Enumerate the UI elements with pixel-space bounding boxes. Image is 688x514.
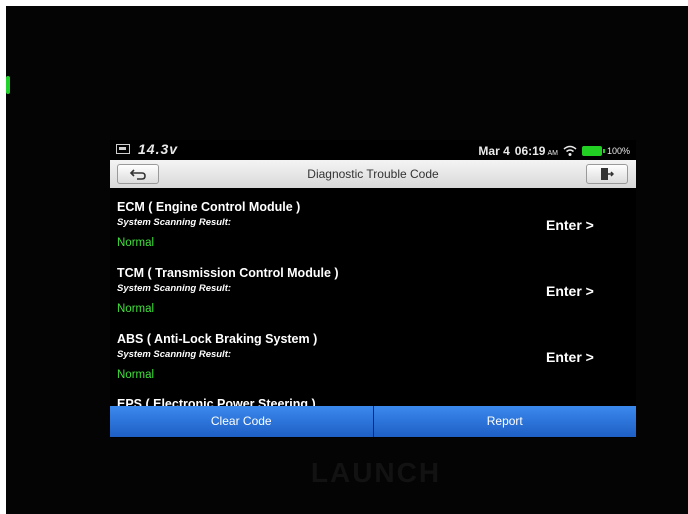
status-right-group: Mar 4 06:19 AM 100% (478, 143, 630, 159)
clear-code-button[interactable]: Clear Code (110, 406, 373, 437)
wifi-icon (563, 145, 577, 156)
photo-background: LAUNCH 14.3v Mar 4 06:19 AM 100% Diagnos… (6, 6, 688, 514)
bottom-action-bar: Clear Code Report (110, 406, 636, 437)
scan-result-value: Normal (117, 303, 155, 315)
vehicle-battery-icon (116, 144, 130, 154)
enter-button[interactable]: Enter > (546, 217, 594, 233)
scan-result-value: Normal (117, 237, 155, 249)
list-item[interactable]: TCM ( Transmission Control Module ) Syst… (110, 254, 636, 320)
page-title: Diagnostic Trouble Code (307, 167, 439, 181)
exit-door-icon (601, 168, 614, 180)
enter-button[interactable]: Enter > (546, 283, 594, 299)
exit-button[interactable] (586, 164, 628, 184)
title-bar: Diagnostic Trouble Code (110, 160, 636, 188)
power-led-indicator (6, 76, 10, 94)
scan-result-label: System Scanning Result: (117, 217, 232, 228)
module-name: ABS ( Anti-Lock Braking System ) (117, 332, 318, 346)
battery-icon (581, 146, 605, 156)
scan-result-label: System Scanning Result: (117, 283, 232, 294)
status-date: Mar 4 (478, 144, 510, 158)
scan-result-label: System Scanning Result: (117, 349, 232, 360)
voltage-readout: 14.3v (138, 141, 179, 157)
list-item[interactable]: ABS ( Anti-Lock Braking System ) System … (110, 320, 636, 386)
scan-result-value: Normal (117, 369, 155, 381)
device-logo: LAUNCH (310, 457, 442, 488)
enter-button[interactable]: Enter > (546, 349, 594, 365)
battery-percent: 100% (606, 146, 630, 156)
module-name: TCM ( Transmission Control Module ) (117, 266, 339, 280)
status-ampm: AM (547, 149, 558, 157)
device-screen: 14.3v Mar 4 06:19 AM 100% Diagnostic Tro… (110, 140, 636, 438)
module-list: ECM ( Engine Control Module ) System Sca… (110, 188, 636, 414)
list-item[interactable]: ECM ( Engine Control Module ) System Sca… (110, 188, 636, 254)
status-bar: 14.3v Mar 4 06:19 AM 100% (110, 140, 636, 160)
status-time: 06:19 (514, 144, 546, 158)
report-button[interactable]: Report (373, 406, 636, 437)
module-name: ECM ( Engine Control Module ) (117, 200, 301, 214)
